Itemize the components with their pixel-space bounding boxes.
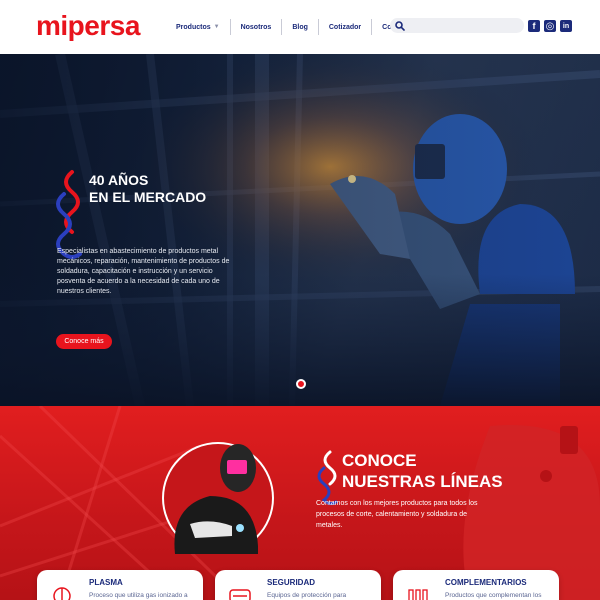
hero-title-line: EN EL MERCADO — [89, 189, 207, 205]
logo[interactable]: mipersa — [36, 10, 140, 42]
card-plasma[interactable]: PLASMA Proceso que utiliza gas ionizado … — [37, 570, 203, 600]
nav-item-label: Cotizador — [328, 23, 362, 31]
card-description: Proceso que utiliza gas ionizado a — [89, 592, 188, 599]
card-title: PLASMA — [89, 578, 123, 587]
nav-item-label: Productos — [176, 23, 211, 31]
nav-item-nosotros[interactable]: Nosotros — [231, 19, 283, 35]
facebook-icon[interactable]: f — [528, 20, 540, 32]
hero-title-line: 40 AÑOS — [89, 172, 149, 188]
conoce-mas-button[interactable]: Conoce más — [56, 334, 112, 349]
linkedin-icon[interactable]: in — [560, 20, 572, 32]
card-description: Equipos de protección para — [267, 592, 347, 599]
lines-title: CONOCE NUESTRAS LÍNEAS — [342, 450, 503, 492]
nav-item-label: Blog — [292, 23, 308, 31]
lines-title-line: CONOCE — [342, 451, 417, 470]
lines-description: Contamos con los mejores productos para … — [316, 500, 478, 529]
nav-item-productos[interactable]: Productos ▼ — [166, 19, 231, 35]
nav-item-cotizador[interactable]: Cotizador — [319, 19, 373, 35]
hero-title: 40 AÑOS EN EL MERCADO — [89, 172, 206, 206]
nav-item-blog[interactable]: Blog — [282, 19, 319, 35]
card-title: COMPLEMENTARIOS — [445, 578, 527, 587]
hero-description: Especialistas en abastecimiento de produ… — [57, 248, 230, 295]
chevron-down-icon: ▼ — [213, 24, 220, 30]
search-icon[interactable] — [395, 20, 405, 31]
card-seguridad[interactable]: SEGURIDAD Equipos de protección para — [215, 570, 381, 600]
lines-title-line: NUESTRAS LÍNEAS — [342, 472, 503, 491]
social-links: f ◎ in — [528, 20, 572, 32]
card-description: Productos que complementan los — [445, 592, 542, 599]
nav-item-label: Nosotros — [240, 23, 272, 31]
card-complementarios[interactable]: COMPLEMENTARIOS Productos que complement… — [393, 570, 559, 600]
search-bar[interactable] — [390, 18, 524, 33]
safety-icon — [229, 589, 251, 600]
hero-background-image — [0, 54, 600, 406]
card-title: SEGURIDAD — [267, 578, 316, 587]
hero-banner: 40 AÑOS EN EL MERCADO Especialistas en a… — [0, 54, 600, 406]
search-input[interactable] — [409, 19, 519, 32]
carousel-indicator[interactable] — [296, 379, 306, 389]
plasma-icon — [53, 587, 71, 600]
complements-icon — [408, 589, 428, 600]
site-header: mipersa Productos ▼ Nosotros Blog Cotiza… — [0, 0, 600, 54]
instagram-icon[interactable]: ◎ — [544, 20, 556, 32]
